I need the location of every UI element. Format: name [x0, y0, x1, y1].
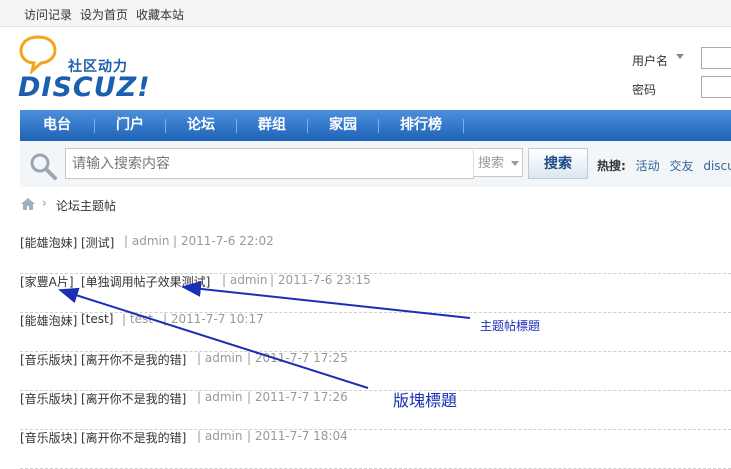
- annotation-arrows: [58, 280, 471, 389]
- board-title-annotation: 版塊標題: [393, 391, 458, 410]
- board-title-arrow: [58, 287, 369, 389]
- thread-title-arrow: [181, 280, 471, 319]
- thread-title-annotation: 主题帖標題: [480, 319, 541, 333]
